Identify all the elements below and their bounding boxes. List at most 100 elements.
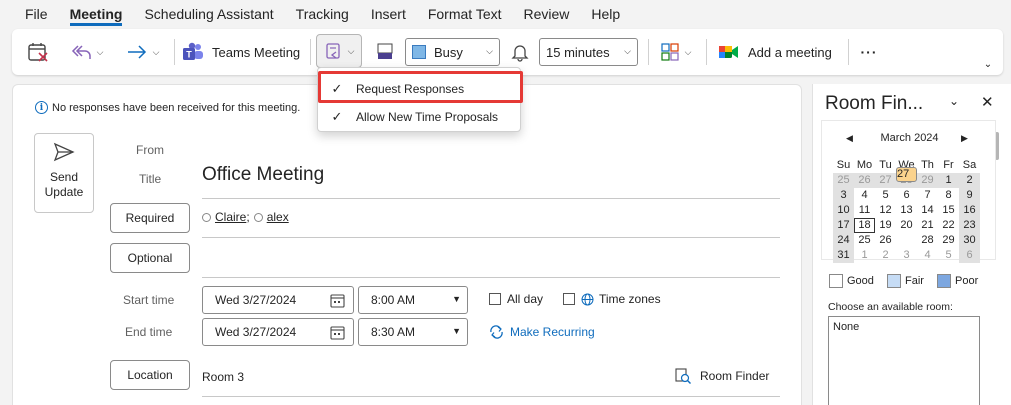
cancel-meeting-button[interactable] — [24, 37, 52, 67]
optional-underline — [202, 277, 780, 278]
start-time-label: Start time — [123, 293, 175, 307]
calendar-day[interactable]: 3 — [833, 188, 854, 203]
calendar-day[interactable]: 5 — [938, 248, 959, 263]
title-underline — [202, 198, 780, 199]
bell-icon — [511, 45, 529, 62]
apps-button[interactable]: ⌵ — [656, 37, 696, 67]
calendar-day[interactable]: 29 — [938, 233, 959, 248]
calendar-day[interactable]: 9 — [959, 188, 980, 203]
calendar-day[interactable]: 2 — [959, 173, 980, 188]
time-zones-checkbox[interactable]: Time zones — [563, 292, 661, 306]
reminder-select[interactable]: 15 minutes ⌵ — [539, 38, 638, 66]
expand-ribbon-button[interactable]: ⌄ — [978, 49, 998, 79]
make-recurring-button[interactable]: Make Recurring — [489, 325, 595, 339]
end-date-field[interactable]: Wed 3/27/2024 — [202, 318, 354, 346]
attendee-claire[interactable]: Claire — [215, 210, 246, 224]
menu-meeting[interactable]: Meeting — [69, 3, 123, 26]
calendar-day[interactable]: 7 — [917, 188, 938, 203]
calendar-day[interactable]: 5 — [875, 188, 896, 203]
menu-help[interactable]: Help — [591, 3, 620, 25]
legend-poor-label: Poor — [955, 275, 979, 287]
response-info-text: No responses have been received for this… — [52, 101, 301, 114]
end-time-select[interactable]: 8:30 AM ▼ — [358, 318, 468, 346]
calendar-day[interactable]: 18 — [854, 218, 875, 233]
calendar-day[interactable]: 15 — [938, 203, 959, 218]
menu-file[interactable]: File — [25, 3, 48, 25]
calendar-day[interactable]: 6 — [959, 248, 980, 263]
room-list[interactable]: None — [828, 316, 980, 405]
room-list-item[interactable]: None — [833, 321, 975, 333]
calendar-day[interactable]: 19 — [875, 218, 896, 233]
location-button[interactable]: Location — [110, 360, 190, 390]
calendar-day[interactable]: 4 — [854, 188, 875, 203]
teams-meeting-button[interactable]: T Teams Meeting — [182, 37, 304, 67]
forward-button[interactable]: ⌵ — [116, 37, 168, 67]
optional-button[interactable]: Optional — [110, 243, 190, 273]
calendar-day[interactable]: 6 — [896, 188, 917, 203]
svg-text:T: T — [186, 50, 192, 60]
calendar-day[interactable]: 28 — [917, 233, 938, 248]
required-underline — [202, 237, 780, 238]
calendar-day[interactable]: 14 — [917, 203, 938, 218]
all-day-label: All day — [507, 292, 544, 306]
weekday-header: Sa — [962, 159, 977, 171]
calendar-day[interactable]: 13 — [896, 203, 917, 218]
more-options-button[interactable]: ··· — [856, 37, 882, 67]
location-field[interactable]: Room 3 — [202, 370, 244, 384]
calendar-day[interactable]: 1 — [854, 248, 875, 263]
required-button[interactable]: Required — [110, 203, 190, 233]
calendar-day[interactable]: 26 — [875, 233, 896, 248]
send-update-button[interactable]: Send Update — [34, 133, 94, 213]
all-day-checkbox[interactable]: All day — [489, 292, 543, 306]
menu-item-allow-new-time-proposals[interactable]: ✓ Allow New Time Proposals — [318, 104, 522, 130]
calendar-day[interactable]: 30 — [959, 233, 980, 248]
menu-review[interactable]: Review — [524, 3, 570, 25]
add-meeting-button[interactable]: Add a meeting — [718, 37, 842, 67]
calendar-day[interactable]: 23 — [959, 218, 980, 233]
required-attendees[interactable]: Claire; alex — [202, 210, 289, 224]
title-field[interactable]: Office Meeting — [202, 164, 324, 186]
calendar-day[interactable]: 16 — [959, 203, 980, 218]
attendee-alex[interactable]: alex — [267, 210, 289, 224]
calendar-day[interactable]: 17 — [833, 218, 854, 233]
calendar-day[interactable]: 3 — [896, 248, 917, 263]
calendar-day[interactable]: 8 — [938, 188, 959, 203]
start-time-select[interactable]: 8:00 AM ▼ — [358, 286, 468, 314]
menu-tracking[interactable]: Tracking — [296, 3, 349, 25]
calendar-day[interactable]: 26 — [854, 173, 875, 188]
close-icon[interactable]: ✕ — [981, 93, 994, 111]
chevron-down-icon: ⌵ — [96, 46, 104, 57]
calendar-day[interactable]: 24 — [833, 233, 854, 248]
calendar-day[interactable]: 10 — [833, 203, 854, 218]
chevron-down-icon[interactable]: ⌄ — [949, 94, 959, 108]
calendar-day[interactable]: 11 — [854, 203, 875, 218]
calendar-day[interactable]: 20 — [896, 218, 917, 233]
menu-insert[interactable]: Insert — [371, 3, 406, 25]
next-month-icon[interactable]: ▶ — [961, 133, 968, 144]
show-as-select[interactable]: Busy ⌵ — [405, 38, 500, 66]
room-finder-button[interactable]: Room Finder — [674, 367, 769, 385]
calendar-day[interactable]: 27 — [875, 173, 896, 188]
response-options-button[interactable]: ⌵ — [316, 34, 362, 68]
presence-icon — [253, 212, 263, 222]
calendar-day[interactable]: 21 — [917, 218, 938, 233]
menu-bar: File Meeting Scheduling Assistant Tracki… — [0, 0, 1011, 28]
calendar-day[interactable]: 25 — [854, 233, 875, 248]
calendar-day[interactable]: 1 — [938, 173, 959, 188]
calendar-day[interactable]: 25 — [833, 173, 854, 188]
color-categorize-button[interactable] — [372, 37, 398, 67]
calendar-icon[interactable] — [330, 293, 345, 308]
calendar-icon[interactable] — [330, 325, 345, 340]
calendar-day[interactable]: 31 — [833, 248, 854, 263]
calendar-day[interactable]: 4 — [917, 248, 938, 263]
reply-all-button[interactable]: ⌵ — [60, 37, 112, 67]
menu-format-text[interactable]: Format Text — [428, 3, 502, 25]
menu-scheduling-assistant[interactable]: Scheduling Assistant — [144, 3, 273, 25]
chevron-down-icon: ⌵ — [624, 46, 631, 56]
calendar-day[interactable]: 2 — [875, 248, 896, 263]
calendar-day[interactable]: 12 — [875, 203, 896, 218]
calendar-day[interactable]: 29 — [917, 173, 938, 188]
start-date-field[interactable]: Wed 3/27/2024 — [202, 286, 354, 314]
calendar-day[interactable]: 22 — [938, 218, 959, 233]
calendar-day[interactable]: 27 — [896, 167, 917, 182]
